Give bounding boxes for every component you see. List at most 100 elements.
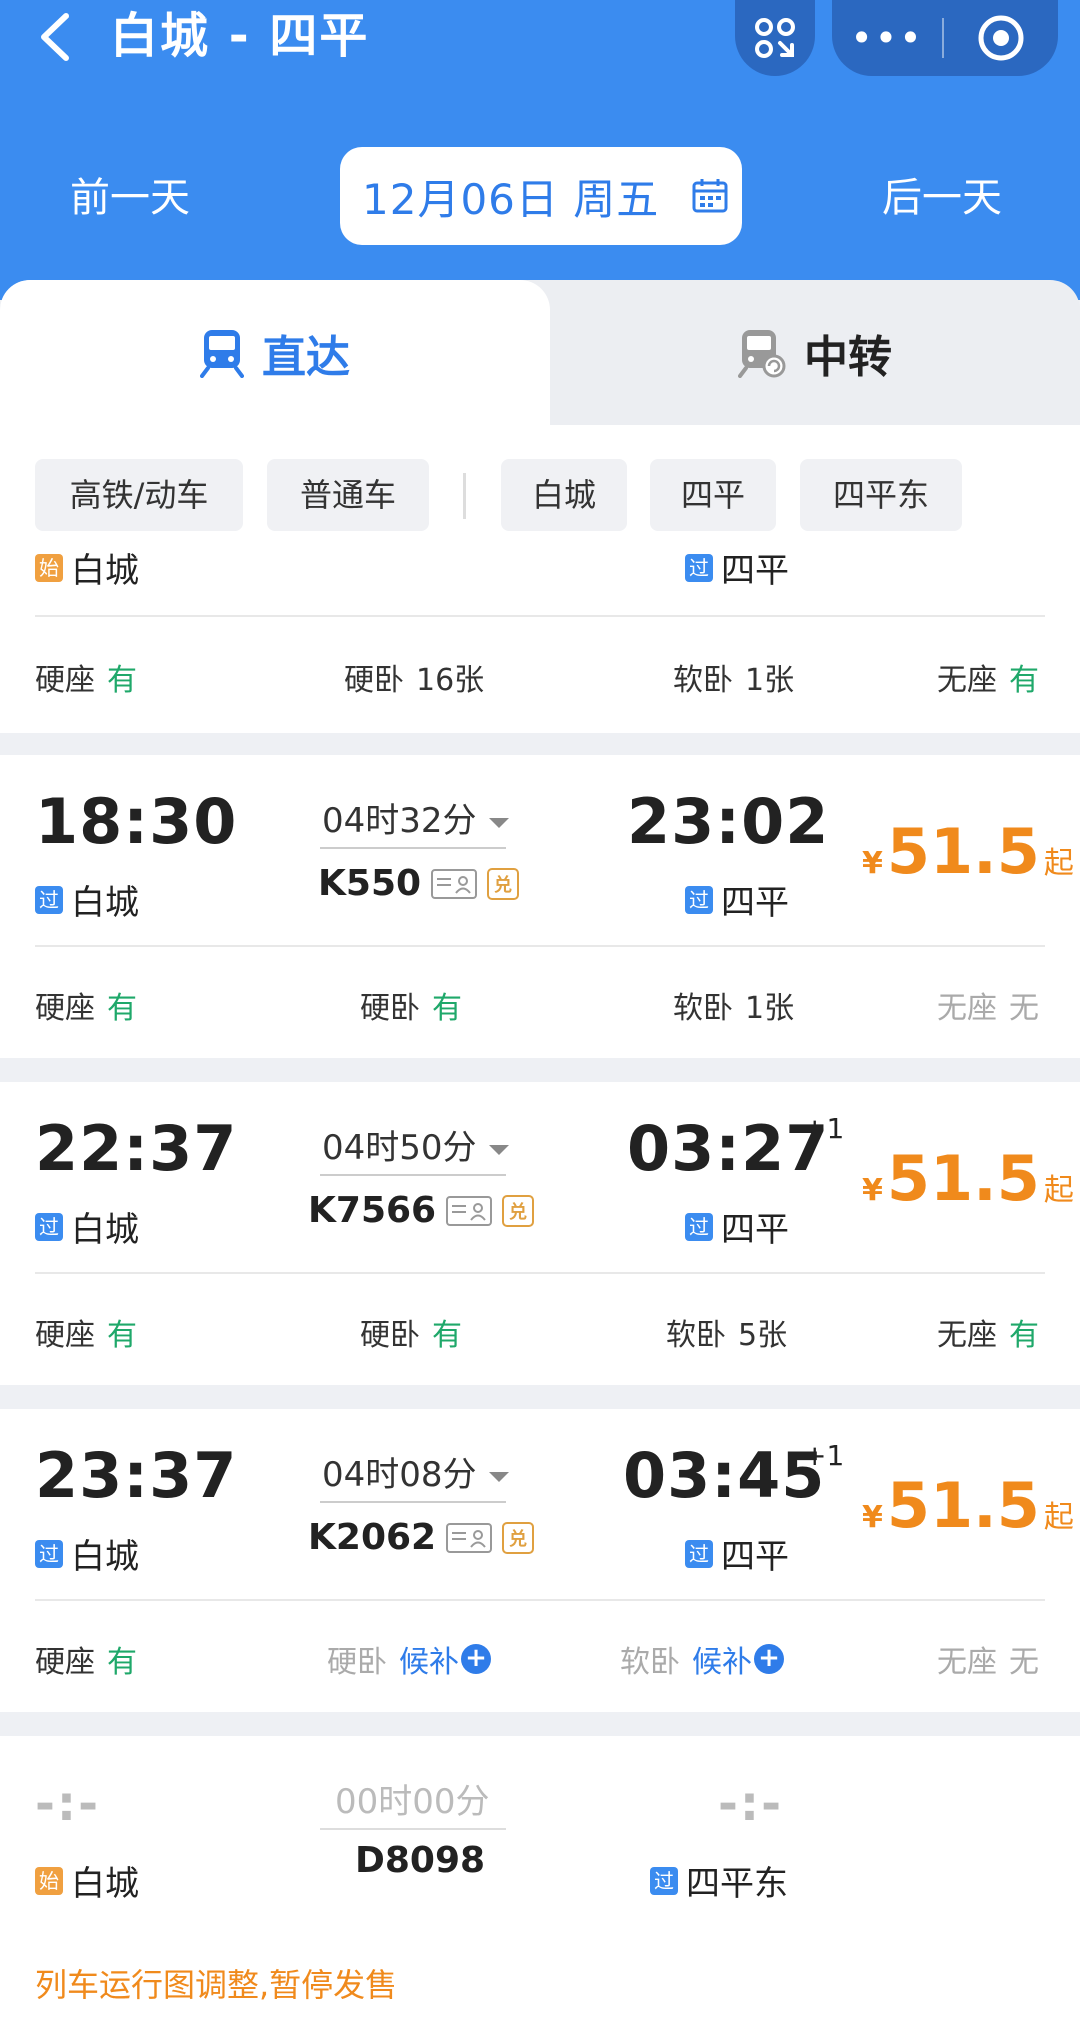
mini-program-capsule: •••: [832, 0, 1058, 76]
duration[interactable]: 04时50分: [322, 1120, 509, 1169]
price: ¥51.5 起: [862, 1469, 1074, 1542]
filter-high-speed[interactable]: 高铁/动车: [35, 459, 243, 531]
seat-hard-sleeper: 硬卧有: [360, 991, 462, 1026]
dep-station: 过白城: [35, 1529, 139, 1578]
arr-station: 过四平: [685, 1202, 789, 1251]
date-picker[interactable]: 12月06日 周五: [340, 147, 742, 245]
dep-station: 始白城: [35, 1856, 139, 1905]
card-divider: [35, 1599, 1045, 1601]
duration[interactable]: 04时08分: [322, 1447, 509, 1496]
next-day-marker: +1: [803, 1112, 845, 1145]
seat-hard-seat: 硬座有: [35, 991, 137, 1026]
seat-soft-sleeper: 软卧 1张: [673, 663, 795, 698]
dep-station: 过白城: [35, 875, 139, 924]
header-bar: 白城 - 四平 ••• 前一天 12月06日 周五 后一天: [0, 0, 1080, 300]
prev-day-button[interactable]: 前一天: [70, 165, 190, 223]
id-card-icon: [446, 1522, 493, 1553]
duration: 00时00分: [335, 1782, 490, 1822]
dep-station: 始 白城: [35, 545, 139, 592]
arr-station: 过四平东: [650, 1856, 788, 1905]
duration-line: [320, 1828, 506, 1830]
arrival-time: 03:45: [623, 1439, 826, 1512]
seat-hard-seat: 硬座有: [35, 1318, 137, 1353]
departure-time-empty: -:-: [35, 1776, 101, 1832]
arrival-time: 23:02: [627, 785, 830, 858]
redeem-icon: 兑: [502, 1521, 535, 1554]
tab-transfer[interactable]: 中转: [550, 280, 1080, 425]
add-waitlist-icon: +: [461, 1644, 491, 1674]
train-number: K7566 兑: [308, 1190, 535, 1231]
departure-time: 23:37: [35, 1439, 238, 1512]
arr-station: 过四平: [685, 875, 789, 924]
tab-direct[interactable]: 直达: [0, 280, 550, 425]
departure-time: 22:37: [35, 1112, 238, 1185]
filter-normal[interactable]: 普通车: [267, 459, 429, 531]
seat-hard-seat: 硬座有: [35, 663, 137, 698]
page-title: 白城 - 四平: [110, 8, 370, 64]
filter-station-sipingdong[interactable]: 四平东: [800, 459, 962, 531]
train-card-partial[interactable]: 始 白城 过 四平 硬座有 硬卧 16张 软卧 1张 无座有: [0, 545, 1080, 733]
back-icon[interactable]: [30, 6, 80, 68]
seat-soft-sleeper: 软卧 1张: [673, 991, 795, 1026]
seat-hard-sleeper: 硬卧有: [360, 1318, 462, 1353]
more-icon[interactable]: •••: [832, 0, 942, 76]
card-divider: [35, 615, 1045, 617]
duration-line: [320, 1501, 506, 1503]
add-waitlist-icon: +: [754, 1644, 784, 1674]
date-text: 12月06日 周五: [362, 174, 660, 224]
seat-soft-sleeper: 软卧 5张: [666, 1318, 788, 1353]
tab-direct-label: 直达: [262, 331, 350, 383]
redeem-icon: 兑: [487, 867, 520, 900]
chevron-down-icon: [488, 1144, 509, 1155]
filter-bar: 高铁/动车 普通车 白城 四平 四平东: [0, 425, 1080, 545]
next-day-button[interactable]: 后一天: [882, 165, 1002, 223]
train-number: K2062 兑: [308, 1517, 535, 1558]
price: ¥51.5 起: [862, 1142, 1074, 1215]
arrival-time-empty: -:-: [718, 1776, 784, 1832]
filter-station-baicheng[interactable]: 白城: [501, 459, 627, 531]
filter-divider: [463, 473, 466, 519]
seat-hard-sleeper-waitlist[interactable]: 硬卧 候补 +: [327, 1637, 491, 1681]
train-number: D8098: [355, 1840, 486, 1881]
seat-no-seat: 无座有: [937, 663, 1039, 698]
svg-text:兑: 兑: [509, 1201, 527, 1223]
redeem-icon: 兑: [502, 1194, 535, 1227]
arr-station: 过四平: [685, 1529, 789, 1578]
train-number: K550 兑: [318, 863, 520, 904]
id-card-icon: [446, 1195, 493, 1226]
svg-text:兑: 兑: [509, 1528, 527, 1550]
train-card[interactable]: 23:37 过白城 04时08分 K2062 兑 03:45 +1 过四平 ¥5…: [0, 1409, 1080, 1712]
seat-soft-sleeper-waitlist[interactable]: 软卧 候补 +: [620, 1637, 784, 1681]
close-target-icon[interactable]: [944, 13, 1058, 63]
next-day-marker: +1: [803, 1439, 845, 1472]
arr-station: 过 四平: [685, 545, 789, 592]
chevron-down-icon: [488, 817, 509, 828]
seat-no-seat: 无座无: [937, 1645, 1039, 1680]
seat-no-seat: 无座有: [937, 1318, 1039, 1353]
chevron-down-icon: [488, 1471, 509, 1482]
price: ¥51.5 起: [862, 815, 1074, 888]
train-card[interactable]: 18:30 过白城 04时32分 K550 兑 23:02 过四平 ¥51.5 起…: [0, 755, 1080, 1058]
id-card-icon: [431, 868, 478, 899]
duration-line: [320, 847, 506, 849]
calendar-icon: [692, 179, 728, 213]
scan-icon[interactable]: [735, 0, 815, 76]
train-card-suspended[interactable]: -:- 始白城 00时00分 D8098 -:- 过四平东 列车运行图调整,暂停…: [0, 1736, 1080, 2030]
card-divider: [35, 945, 1045, 947]
arrival-time: 03:27: [627, 1112, 830, 1185]
filter-station-siping[interactable]: 四平: [650, 459, 776, 531]
transfer-train-icon: [738, 329, 786, 378]
svg-text:兑: 兑: [494, 874, 512, 896]
seat-no-seat: 无座无: [937, 991, 1039, 1026]
route-type-tabs: 直达 中转: [0, 280, 1080, 425]
dep-station: 过白城: [35, 1202, 139, 1251]
tab-transfer-label: 中转: [804, 331, 892, 383]
train-card[interactable]: 22:37 过白城 04时50分 K7566 兑 03:27 +1 过四平 ¥5…: [0, 1082, 1080, 1385]
duration[interactable]: 04时32分: [322, 793, 509, 842]
card-divider: [35, 1272, 1045, 1274]
seat-hard-sleeper: 硬卧 16张: [344, 663, 485, 698]
departure-time: 18:30: [35, 785, 238, 858]
suspended-notice: 列车运行图调整,暂停发售: [35, 1966, 398, 2004]
train-icon: [200, 329, 244, 378]
duration-line: [320, 1174, 506, 1176]
